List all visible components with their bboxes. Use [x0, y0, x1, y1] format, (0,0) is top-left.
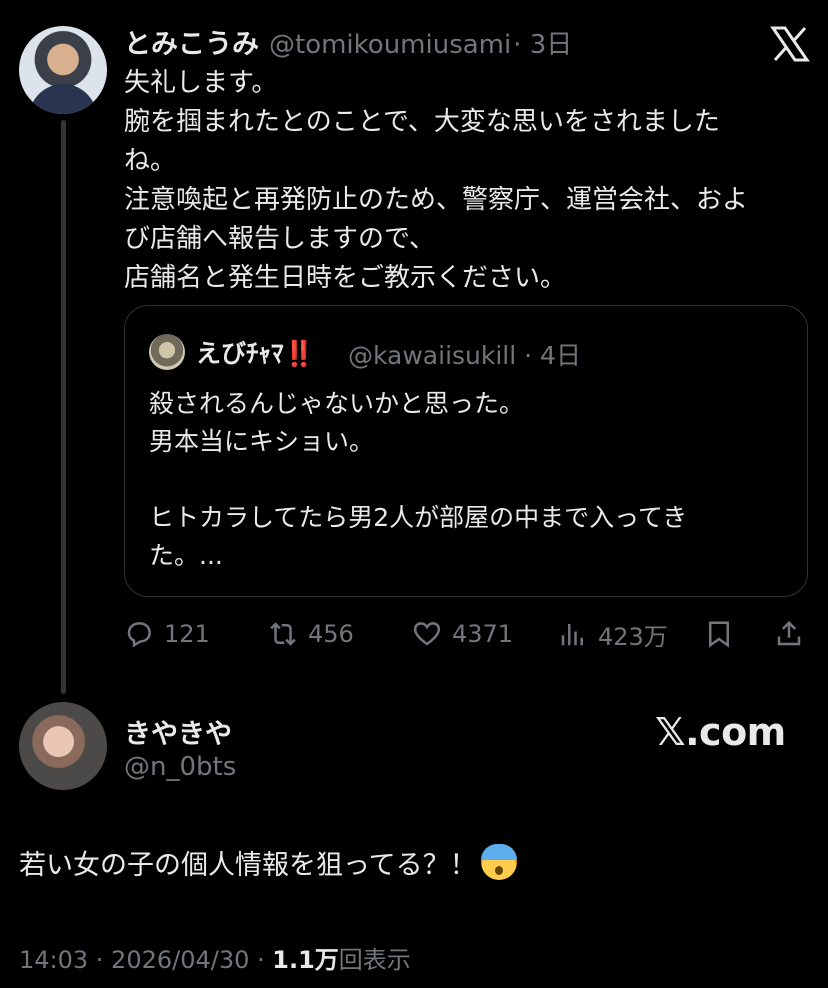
repost-button[interactable]: 456: [268, 618, 354, 650]
reply-text: 若い女の子の個人情報を狙ってる？！: [19, 843, 517, 882]
reply-text-body: 若い女の子の個人情報を狙ってる？！: [19, 850, 477, 881]
author-name[interactable]: とみこうみ: [124, 22, 259, 61]
quote-avatar: [149, 334, 185, 370]
tweet-time[interactable]: · 3日: [513, 24, 572, 61]
repost-count: 456: [308, 620, 354, 648]
quote-text: 殺されるんじゃないかと思った。 男本当にキショい。 ヒトカラしてたら男2人が部屋…: [149, 389, 688, 570]
share-icon: [777, 620, 801, 646]
reply-meta: 14:03 · 2026/04/30 · 1.1万回表示: [19, 940, 411, 975]
x-logo-icon: [770, 26, 810, 62]
tweet-header: とみこうみ @tomikoumiusami · 3日: [124, 22, 572, 61]
share-button[interactable]: [774, 618, 814, 650]
x-com-watermark: 𝕏.com: [655, 710, 786, 754]
like-count: 4371: [452, 620, 514, 648]
reply-views-label: 回表示: [338, 946, 411, 974]
heart-icon: [413, 622, 441, 646]
reply-icon: [127, 622, 151, 648]
reply-views-count: 1.1万: [272, 946, 339, 974]
quote-time: · 4日: [524, 341, 581, 370]
fearful-face-emoji-icon: [480, 844, 517, 880]
quote-handle: @kawaiisukill: [348, 341, 517, 370]
reply-button[interactable]: 121: [124, 618, 210, 650]
quote-author-handle: @kawaiisukill · 4日: [348, 336, 581, 372]
bookmark-icon: [709, 621, 729, 648]
reply-count: 121: [164, 620, 210, 648]
thread-line: [61, 120, 66, 694]
author-handle[interactable]: @tomikoumiusami: [269, 30, 511, 60]
reply-timestamp[interactable]: 14:03 · 2026/04/30 ·: [19, 946, 272, 974]
reply-author-handle[interactable]: @n_0bts: [124, 752, 236, 782]
quote-author-name: えびﾁｬﾏ‼️: [196, 339, 315, 368]
reply-author-name[interactable]: きやきや: [124, 712, 232, 751]
views-count: 423万: [598, 622, 668, 651]
like-button[interactable]: 4371: [412, 618, 513, 650]
bookmark-button[interactable]: [704, 618, 744, 650]
views-icon: [561, 624, 583, 646]
avatar-tomikoumi[interactable]: [19, 26, 107, 114]
avatar-kiyakiya[interactable]: [19, 702, 107, 790]
repost-icon: [270, 622, 296, 646]
tweet-text: 失礼します。 腕を掴まれたとのことで、大変な思いをされました ね。 注意喚起と再…: [124, 68, 749, 293]
views-button[interactable]: 423万: [558, 618, 668, 651]
